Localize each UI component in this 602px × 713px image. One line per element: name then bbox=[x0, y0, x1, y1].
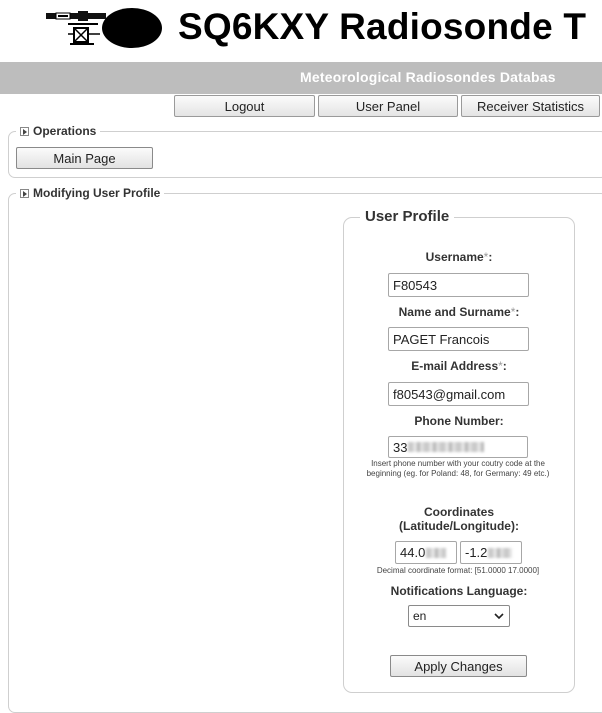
username-field[interactable]: F80543 bbox=[388, 273, 529, 297]
operations-legend-label: Operations bbox=[33, 124, 97, 138]
modify-profile-legend[interactable]: Modifying User Profile bbox=[16, 186, 165, 200]
username-label: Username*: bbox=[425, 250, 493, 264]
site-header: SQ6KXY Radiosonde T bbox=[0, 0, 602, 62]
redacted-blur bbox=[488, 547, 513, 558]
phone-field[interactable]: 33 bbox=[388, 436, 528, 458]
phone-hint: Insert phone number with your coutry cod… bbox=[366, 459, 550, 478]
modify-profile-legend-label: Modifying User Profile bbox=[33, 186, 161, 200]
coordinates-hint: Decimal coordinate format: [51.0000 17.0… bbox=[376, 566, 540, 575]
subtitle-bar: Meteorological Radiosondes Databas bbox=[0, 62, 602, 94]
email-field[interactable]: f80543@gmail.com bbox=[388, 382, 529, 406]
chevron-down-icon bbox=[494, 613, 504, 620]
phone-label: Phone Number: bbox=[414, 414, 504, 428]
redacted-blur bbox=[408, 442, 485, 452]
logout-button[interactable]: Logout bbox=[174, 95, 315, 117]
longitude-field[interactable]: -1.2 bbox=[460, 541, 522, 564]
user-panel-button[interactable]: User Panel bbox=[318, 95, 458, 117]
notifications-language-select[interactable]: en bbox=[408, 605, 510, 627]
main-page-button[interactable]: Main Page bbox=[16, 147, 153, 169]
coordinates-label-line2: (Latitude/Longitude): bbox=[399, 519, 519, 533]
operations-legend[interactable]: Operations bbox=[16, 124, 101, 138]
user-profile-legend: User Profile bbox=[360, 208, 455, 225]
expand-triangle-icon bbox=[20, 126, 29, 136]
site-title: SQ6KXY Radiosonde T bbox=[178, 6, 587, 47]
radiosonde-logo bbox=[46, 8, 162, 48]
redacted-blur bbox=[426, 547, 447, 558]
expand-triangle-icon bbox=[20, 188, 29, 198]
receiver-statistics-button[interactable]: Receiver Statistics bbox=[461, 95, 600, 117]
latitude-field[interactable]: 44.0 bbox=[395, 541, 457, 564]
email-label: E-mail Address*: bbox=[411, 359, 507, 373]
coordinates-label-line1: Coordinates bbox=[423, 505, 494, 519]
apply-changes-button[interactable]: Apply Changes bbox=[390, 655, 527, 677]
site-subtitle: Meteorological Radiosondes Databas bbox=[300, 69, 556, 85]
notifications-language-label: Notifications Language: bbox=[390, 584, 528, 598]
name-surname-field[interactable]: PAGET Francois bbox=[388, 327, 529, 351]
name-label: Name and Surname*: bbox=[398, 305, 520, 319]
